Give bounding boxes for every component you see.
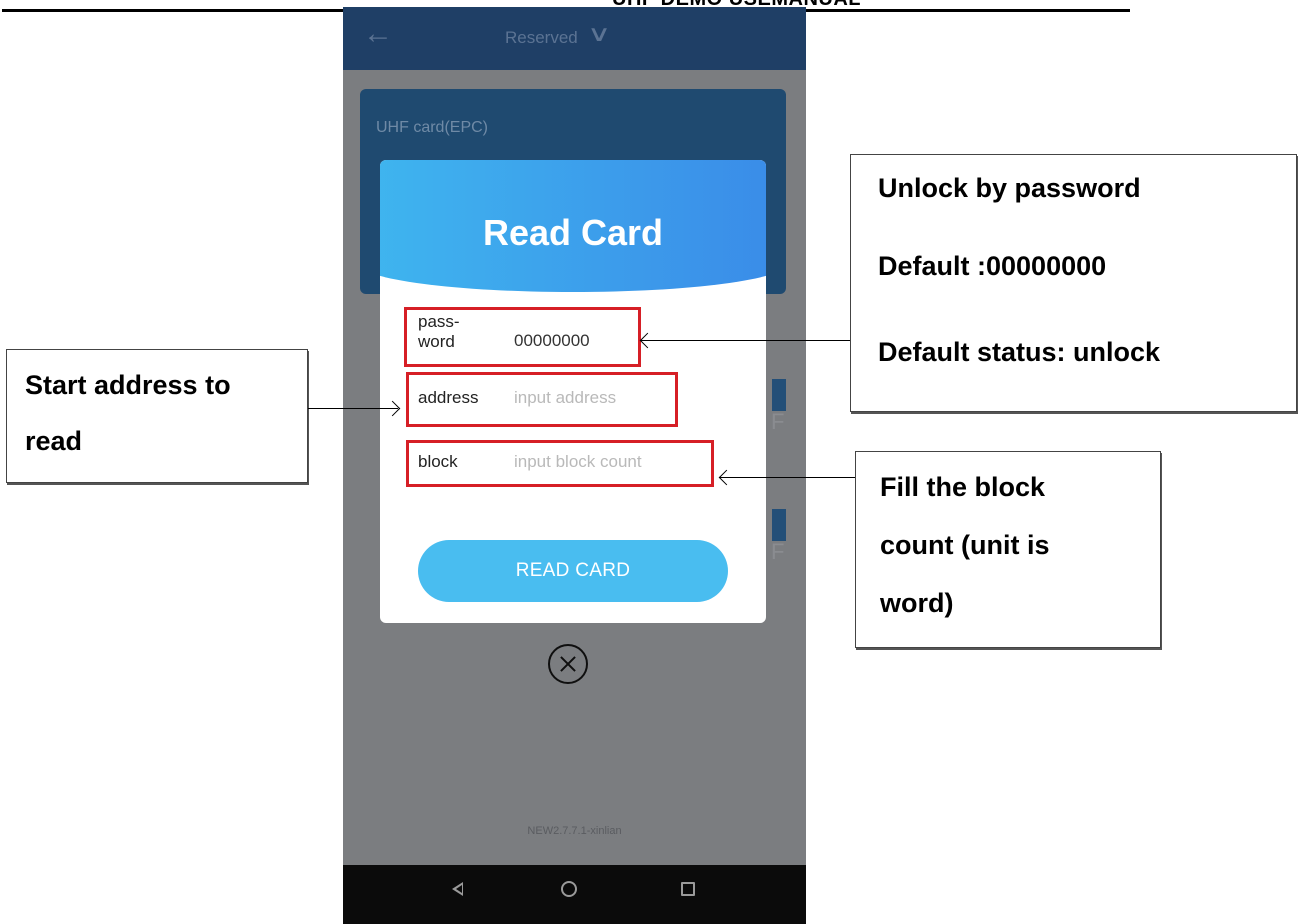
address-callout-line1: Start address to <box>25 370 231 400</box>
card-title: UHF card(EPC) <box>376 119 489 136</box>
close-circle-icon[interactable] <box>548 644 588 684</box>
block-callout-line1: Fill the block <box>880 472 1046 502</box>
background-text-fragment: F <box>771 539 785 564</box>
address-label: address <box>418 388 479 407</box>
background-text-fragment: F <box>771 409 785 434</box>
home-circle-icon[interactable] <box>561 881 577 897</box>
block-count-input[interactable]: input block count <box>514 452 642 472</box>
block-callout-line2: count (unit is <box>880 530 1050 560</box>
read-card-dialog: Read Card pass- word 00000000 address in… <box>380 160 766 623</box>
version-label: NEW2.7.7.1-xinlian <box>527 825 622 837</box>
block-callout: Fill the block count (unit is word) <box>855 451 1161 648</box>
password-callout-line1: Unlock by password <box>878 173 1141 203</box>
password-callout-line2: Default :00000000 <box>878 251 1107 281</box>
chevron-down-icon[interactable]: ∨ <box>587 21 611 47</box>
arrow-left-icon[interactable]: ← <box>363 19 393 49</box>
recent-square-icon[interactable] <box>681 882 695 896</box>
background-block <box>772 509 786 541</box>
back-triangle-icon[interactable] <box>452 882 463 896</box>
block-arrow-line <box>720 477 855 478</box>
block-callout-line3: word) <box>880 588 954 618</box>
app-bar: ← Reserved ∨ <box>343 7 806 70</box>
address-input[interactable]: input address <box>514 388 616 408</box>
address-callout: Start address to read <box>6 349 308 483</box>
address-callout-line2: read <box>25 426 83 456</box>
phone-screen: ← Reserved ∨ UHF card(EPC) F F NEW2.7.7.… <box>343 7 806 924</box>
password-input[interactable]: 00000000 <box>514 331 590 351</box>
password-callout: Unlock by password Default :00000000 Def… <box>850 154 1297 412</box>
block-label: block <box>418 452 458 471</box>
dialog-title: Read Card <box>482 212 664 253</box>
password-arrow-line <box>641 340 850 341</box>
background-block <box>772 379 786 411</box>
read-card-button[interactable]: READ CARD <box>418 540 728 602</box>
android-nav-bar <box>343 865 806 924</box>
app-bar-title[interactable]: Reserved <box>505 28 578 48</box>
password-callout-line3: Default status: unlock <box>878 337 1161 367</box>
password-label: pass- word <box>418 312 460 351</box>
